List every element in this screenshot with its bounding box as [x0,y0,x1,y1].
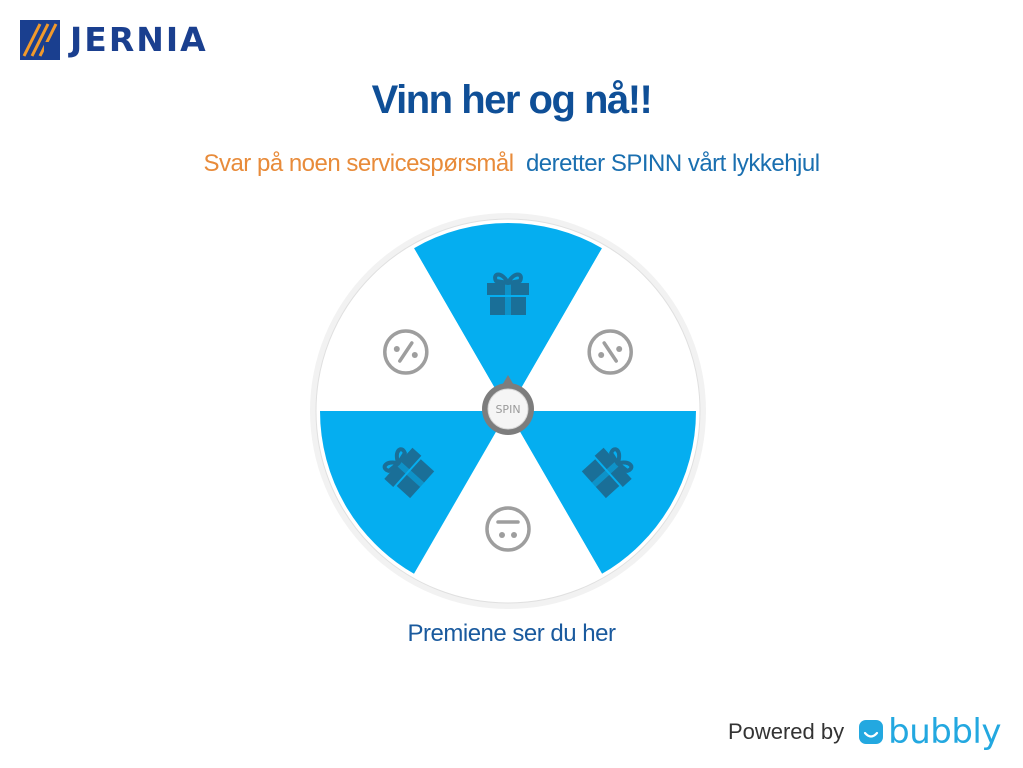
subtitle-spin-text: deretter SPINN vårt lykkehjul [525,150,820,177]
powered-by: Powered by bubbly [727,712,1002,752]
powered-by-label: Powered by [727,719,845,744]
subtitle: Svar på noen servicespørsmål deretter SP… [0,150,1023,178]
jernia-logo: JERNIA [20,20,208,60]
subtitle-instruction: Svar på noen servicespørsmål [203,150,514,177]
jernia-logo-mark-icon [20,20,60,60]
prizes-link[interactable]: Premiene ser du her [0,620,1023,648]
bubbly-logo-icon [859,720,884,744]
brand-name: JERNIA [70,20,208,59]
spin-button-label: SPIN [495,403,520,416]
fortune-wheel[interactable]: SPIN [308,211,708,611]
bubbly-logo-text: bubbly [888,712,1001,752]
page-title: Vinn her og nå!! [371,78,653,122]
fortune-wheel-graphic: SPIN [310,213,706,609]
